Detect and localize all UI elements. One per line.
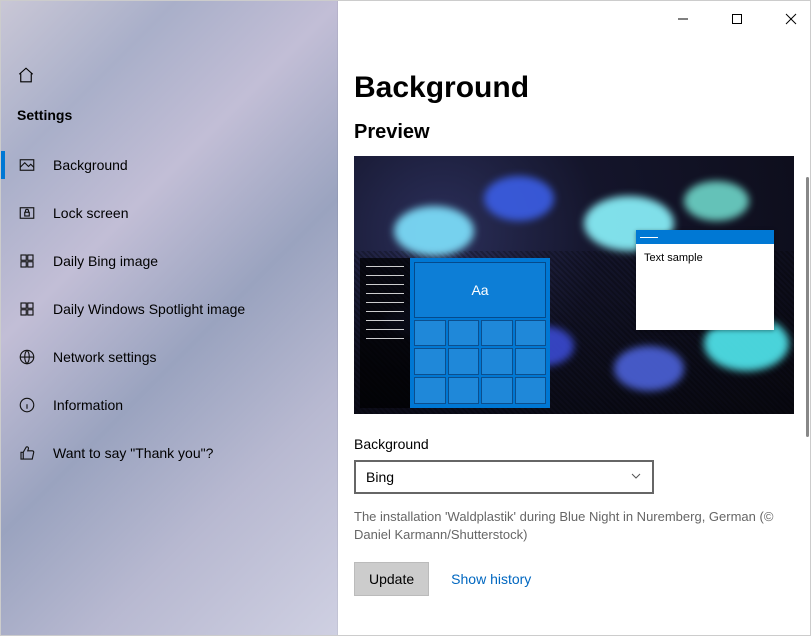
preview-blob (394, 206, 474, 256)
update-button[interactable]: Update (354, 562, 429, 596)
background-field-label: Background (354, 436, 794, 452)
sidebar: Settings Background Lock screen (1, 1, 338, 635)
sidebar-item-label: Information (53, 397, 123, 413)
preview-start-menu: Aa (360, 258, 550, 408)
globe-icon (17, 347, 37, 367)
thumbs-up-icon (17, 443, 37, 463)
background-select[interactable]: Bing (354, 460, 654, 494)
preview-sample-window: Text sample (636, 230, 774, 330)
info-icon (17, 395, 37, 415)
sidebar-item-network[interactable]: Network settings (1, 333, 338, 381)
sidebar-item-background[interactable]: Background (1, 141, 338, 189)
sidebar-item-daily-bing[interactable]: Daily Bing image (1, 237, 338, 285)
home-button[interactable] (1, 61, 338, 97)
main-content: Background Preview Aa (338, 1, 810, 635)
sidebar-item-thank-you[interactable]: Want to say "Thank you"? (1, 429, 338, 477)
page-title: Background (354, 71, 794, 105)
action-row: Update Show history (354, 562, 794, 596)
preview-tiles: Aa (410, 258, 550, 408)
grid-icon (17, 299, 37, 319)
preview-taskpane (360, 258, 410, 408)
preview-blob (484, 176, 554, 221)
maximize-button[interactable] (722, 7, 752, 31)
chevron-down-icon (630, 469, 642, 485)
sidebar-item-label: Want to say "Thank you"? (53, 445, 213, 461)
sidebar-item-information[interactable]: Information (1, 381, 338, 429)
preview-blob (684, 181, 749, 221)
sidebar-item-label: Daily Bing image (53, 253, 158, 269)
close-button[interactable] (776, 7, 806, 31)
sidebar-item-daily-spotlight[interactable]: Daily Windows Spotlight image (1, 285, 338, 333)
sidebar-item-label: Background (53, 157, 128, 173)
preview-heading: Preview (354, 121, 794, 144)
sidebar-header: Settings (1, 97, 338, 141)
sidebar-item-label: Network settings (53, 349, 156, 365)
sidebar-item-label: Daily Windows Spotlight image (53, 301, 245, 317)
minimize-button[interactable] (668, 7, 698, 31)
home-icon (17, 66, 35, 89)
picture-icon (17, 155, 37, 175)
window-controls (668, 7, 806, 31)
grid-icon (17, 251, 37, 271)
show-history-link[interactable]: Show history (451, 571, 531, 587)
preview-sample-text: Text sample (636, 244, 774, 272)
scrollbar-thumb[interactable] (806, 177, 809, 437)
preview-sample-titlebar (636, 230, 774, 244)
sidebar-item-lock-screen[interactable]: Lock screen (1, 189, 338, 237)
preview-image: Aa Text sample (354, 156, 794, 414)
preview-blob (614, 346, 684, 391)
preview-tile-big: Aa (414, 262, 546, 318)
image-caption: The installation 'Waldplastik' during Bl… (354, 508, 794, 544)
sidebar-item-label: Lock screen (53, 205, 128, 221)
lock-icon (17, 203, 37, 223)
app-window: Settings Background Lock screen (0, 0, 811, 636)
background-select-value: Bing (366, 469, 394, 485)
